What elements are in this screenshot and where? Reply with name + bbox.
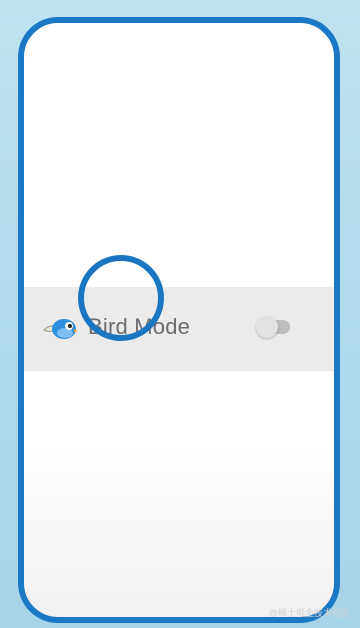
bird-mode-toggle[interactable] <box>256 316 290 338</box>
bird-icon <box>43 319 78 339</box>
toggle-thumb <box>256 316 278 338</box>
settings-row-bird-mode[interactable]: Bird Mode <box>24 287 334 371</box>
bird-mode-label: Bird Mode <box>88 314 191 339</box>
phone-frame: Bird Mode <box>18 17 340 623</box>
watermark: @稀土掘金技术社区 <box>268 608 350 618</box>
